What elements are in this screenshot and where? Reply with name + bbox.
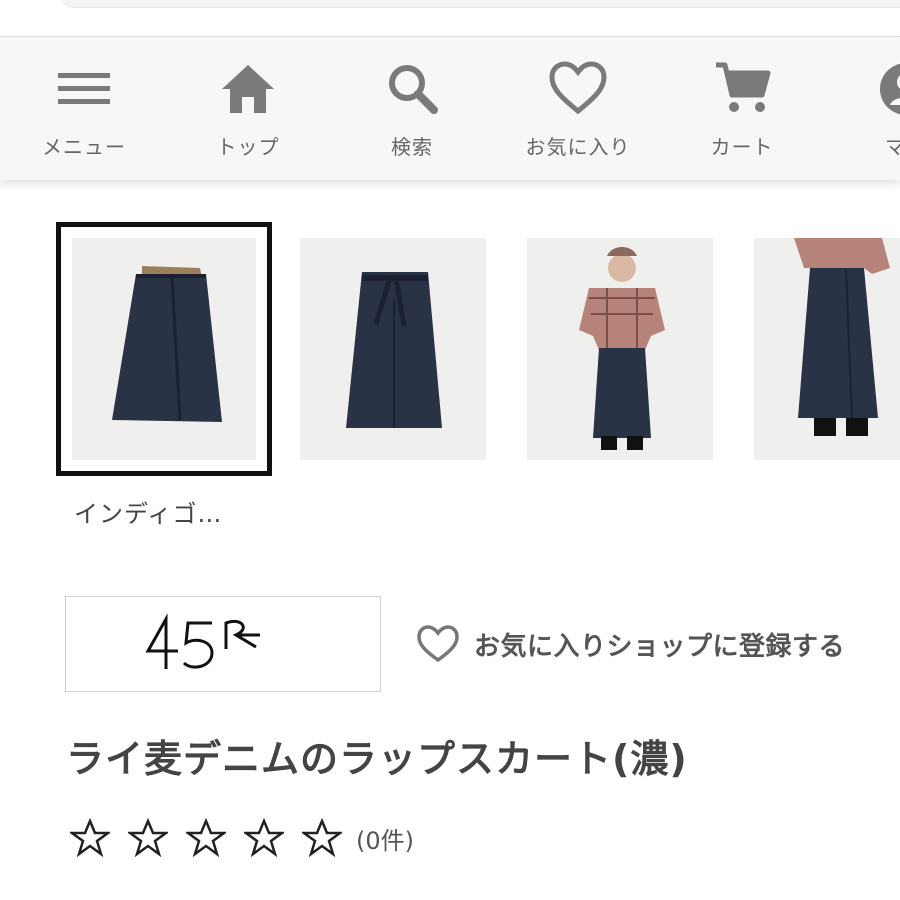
review-count[interactable]: (0件) [356, 821, 414, 856]
star-icon [128, 818, 168, 858]
nav-mypage[interactable]: マイ [836, 59, 900, 179]
nav-search[interactable]: 検索 [342, 59, 482, 179]
nav-menu[interactable]: メニュー [14, 59, 154, 179]
thumbnail-2[interactable] [300, 238, 486, 460]
search-icon [389, 65, 438, 114]
variant-label: インディゴ… [74, 500, 223, 528]
model-front-image [527, 238, 713, 460]
nav-search-label: 検索 [391, 135, 433, 159]
top-search-bar-edge [0, 0, 900, 34]
thumbnail-selected[interactable] [56, 222, 272, 476]
cart-icon [716, 62, 771, 112]
star-icon [244, 818, 284, 858]
nav-top[interactable]: トップ [178, 59, 318, 179]
model-side-image [754, 238, 900, 460]
rating-stars: (0件) [70, 818, 414, 858]
heart-icon [549, 61, 607, 115]
product-title: ライ麦デニムのラップスカート(濃) [66, 737, 688, 781]
star-icon [186, 818, 226, 858]
thumbnail-3[interactable] [527, 238, 713, 460]
shop-logo-mark [145, 613, 260, 669]
star-icon [70, 818, 110, 858]
nav-menu-label: メニュー [42, 135, 126, 159]
skirt-back-image [300, 238, 486, 460]
favorite-shop-label: お気に入りショップに登録する [474, 631, 846, 662]
nav-cart-label: カート [710, 135, 774, 159]
home-icon [222, 65, 274, 113]
favorite-shop-button[interactable]: お気に入りショップに登録する [416, 622, 845, 666]
thumbnail-4[interactable] [754, 238, 900, 460]
nav-cart[interactable]: カート [672, 59, 812, 179]
nav-mypage-label: マイ [885, 135, 900, 159]
product-thumbnail-strip [0, 222, 900, 482]
skirt-front-image [72, 238, 256, 460]
nav-favorites-label: お気に入り [525, 135, 631, 159]
shop-logo[interactable] [65, 596, 381, 692]
star-icon [302, 818, 342, 858]
user-icon [880, 63, 900, 115]
nav-favorites[interactable]: お気に入り [508, 59, 648, 179]
nav-top-label: トップ [216, 135, 280, 159]
bottom-nav-bar: メニュー トップ 検索 お気に入り カート マ [0, 36, 900, 180]
menu-icon [58, 73, 110, 104]
heart-icon [417, 625, 459, 663]
